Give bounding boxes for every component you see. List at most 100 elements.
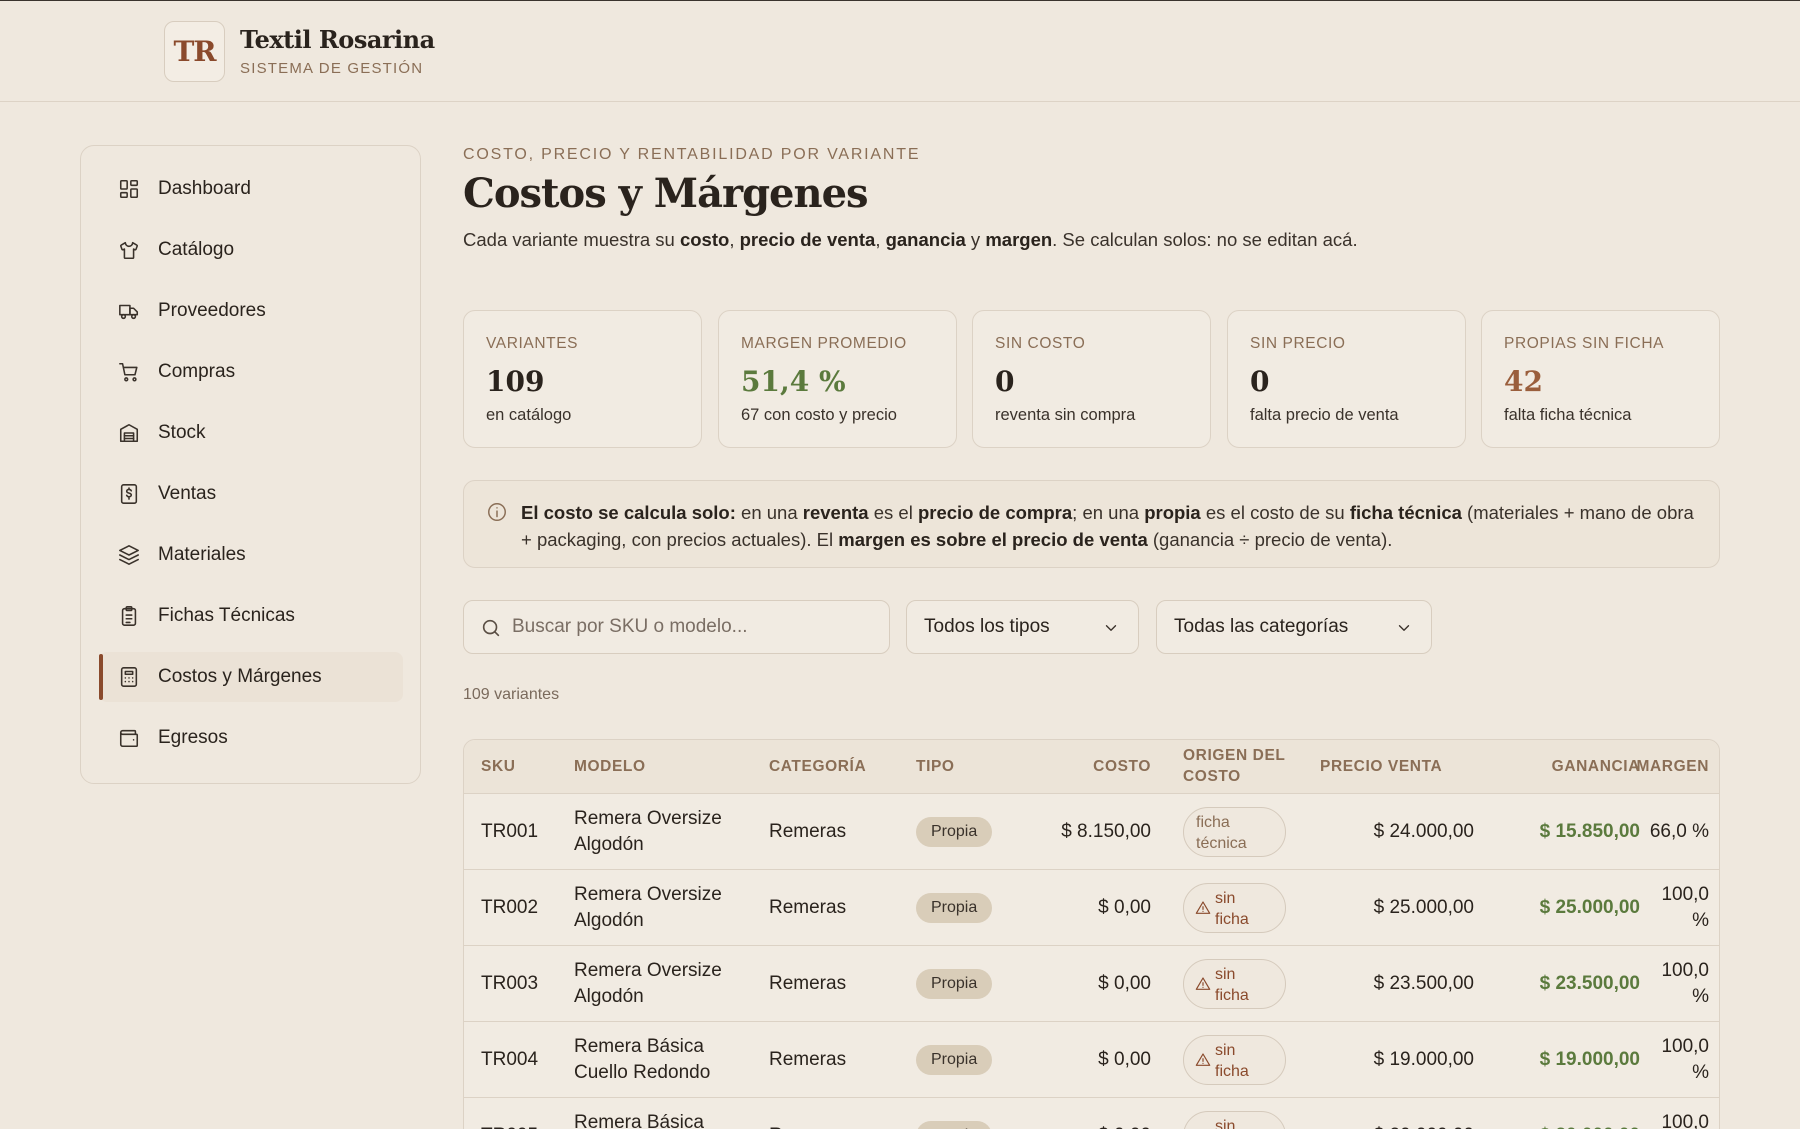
search-box[interactable] [463, 600, 890, 654]
brand-subtitle: SISTEMA DE GESTIÓN [240, 60, 424, 77]
desc-bold: precio de venta [739, 229, 876, 250]
stat-subtext: falta precio de venta [1250, 406, 1399, 424]
cell-categoria: Remeras [769, 1123, 846, 1129]
stat-value: 51,4 % [741, 365, 846, 398]
chevron-down-icon [1102, 619, 1120, 637]
stat-label: VARIANTES [486, 335, 579, 352]
col-header-ganancia[interactable]: GANANCIA [1507, 756, 1640, 777]
cost-origin-line1: sin [1215, 1042, 1236, 1059]
cell-categoria: Remeras [769, 821, 847, 842]
cell-precio-venta: $ 24.000,00 [1373, 821, 1474, 842]
cell-modelo-line2: Algodón [574, 986, 644, 1007]
desc-text: . Se calculan solos: no se editan acá. [1052, 229, 1358, 250]
info-text: El costo se calcula solo: en una reventa… [521, 499, 1701, 553]
col-header-margen[interactable]: MARGEN [1624, 756, 1709, 777]
col-header-costo[interactable]: COSTO [1051, 756, 1151, 777]
cell-margen-line1: 100,0 [1661, 960, 1709, 981]
col-header-sku[interactable]: SKU [481, 756, 516, 777]
cell-margen-line1: 100,0 [1661, 884, 1709, 905]
type-badge: Propia [916, 817, 993, 847]
sidebar-item-catalogo[interactable]: Catálogo [99, 225, 403, 275]
cell-modelo-line1: Remera Básica [574, 1036, 704, 1057]
info-span: es el [868, 502, 918, 523]
sidebar-item-stock[interactable]: Stock [99, 408, 403, 458]
col-header-tipo[interactable]: TIPO [916, 756, 955, 777]
col-header-origen[interactable]: ORIGEN DEL COSTO [1183, 745, 1285, 787]
sidebar-item-dashboard[interactable]: Dashboard [99, 164, 403, 214]
cell-precio-venta: $ 23.500,00 [1373, 973, 1474, 994]
cell-ganancia: $ 19.000,00 [1539, 1049, 1640, 1070]
desc-bold: margen [985, 229, 1053, 250]
sidebar-item-compras[interactable]: Compras [99, 347, 403, 397]
desc-bold: ganancia [885, 229, 966, 250]
category-select-value: Todas las categorías [1174, 616, 1349, 637]
category-select[interactable]: Todas las categorías [1156, 600, 1432, 654]
cell-modelo-line2: Algodón [574, 834, 644, 855]
type-select[interactable]: Todos los tipos [906, 600, 1139, 654]
sidebar-item-materiales[interactable]: Materiales [99, 530, 403, 580]
desc-text: Cada variante muestra su [463, 229, 680, 250]
sidebar-item-egresos[interactable]: Egresos [99, 713, 403, 763]
cost-origin-text: sin ficha [1215, 1040, 1249, 1082]
search-input[interactable] [512, 609, 872, 645]
cell-modelo: Remera Básica Cuello Redondo [574, 1034, 710, 1086]
stat-subtext: 67 con costo y precio [741, 406, 897, 424]
cell-margen: 100,0% [1624, 1110, 1709, 1129]
wallet-icon [117, 726, 141, 750]
cell-modelo-line2: Cuello Redondo [574, 1062, 711, 1083]
cell-costo: $ 8.150,00 [1061, 821, 1151, 842]
stat-value: 0 [1250, 365, 1270, 398]
info-bold: margen es sobre el precio de venta [838, 529, 1148, 550]
clipboard-icon [117, 604, 141, 628]
sidebar-item-label: Egresos [158, 727, 228, 748]
cell-costo: $ 0,00 [1098, 897, 1151, 918]
sidebar-item-ventas[interactable]: Ventas [99, 469, 403, 519]
type-badge: Propia [916, 1045, 993, 1075]
brand-logo[interactable]: TR [164, 21, 225, 82]
sidebar-item-fichas-tecnicas[interactable]: Fichas Técnicas [99, 591, 403, 641]
sidebar-item-proveedores[interactable]: Proveedores [99, 286, 403, 336]
cell-costo: $ 0,00 [1098, 973, 1151, 994]
info-bold: El costo se calcula solo: [521, 502, 736, 523]
table-row[interactable]: TR005 Remera BásicaCuello Redondo Remeras P… [464, 1098, 1719, 1129]
cell-margen-line2: % [1692, 910, 1709, 931]
info-bold: ficha técnica [1349, 502, 1462, 523]
search-icon [480, 617, 502, 639]
receipt-dollar-icon [117, 482, 141, 506]
cell-modelo: Remera BásicaCuello Redondo [574, 1110, 710, 1129]
col-header-precio-venta[interactable]: PRECIO VENTA [1320, 756, 1442, 777]
sidebar-item-label: Fichas Técnicas [158, 605, 295, 626]
stat-subtext: reventa sin compra [995, 406, 1136, 424]
cost-origin-line1: sin [1215, 890, 1236, 907]
cell-sku: TR001 [481, 821, 539, 842]
stat-card-propias-sin-ficha: PROPIAS SIN FICHA 42 falta ficha técnica [1481, 310, 1720, 448]
cell-modelo-line1: Remera Básica [574, 1112, 704, 1129]
col-header-origen-line2: COSTO [1183, 768, 1241, 785]
cell-sku: TR005 [481, 1123, 538, 1129]
col-header-modelo[interactable]: MODELO [574, 756, 646, 777]
table-row[interactable]: TR004 Remera Básica Cuello Redondo Remeras P… [464, 1022, 1719, 1098]
cost-origin-line1: sin [1215, 966, 1236, 983]
cell-modelo-line1: Remera Oversize [574, 960, 722, 981]
col-header-origen-line1: ORIGEN DEL [1183, 747, 1286, 764]
table-row[interactable]: TR002 Remera Oversize Algodón Remeras Propia… [464, 870, 1719, 946]
stat-value: 109 [486, 365, 545, 398]
cost-origin-line1: sin [1215, 1118, 1236, 1129]
app-header: TR Textil Rosarina SISTEMA DE GESTIÓN [0, 1, 1800, 102]
cell-ganancia: $ 15.850,00 [1539, 821, 1640, 842]
sidebar: Dashboard Catálogo Proveedores Compras S… [80, 145, 421, 784]
shirt-icon [117, 238, 141, 262]
cell-modelo-line1: Remera Oversize [574, 808, 722, 829]
info-bold: reventa [802, 502, 869, 523]
stat-label: MARGEN PROMEDIO [741, 335, 907, 352]
cell-margen-line2: % [1692, 986, 1709, 1007]
info-span: en una [735, 502, 803, 523]
cell-costo: $ 0,00 [1098, 1049, 1151, 1070]
info-callout: El costo se calcula solo: en una reventa… [463, 480, 1720, 568]
col-header-categoria[interactable]: CATEGORÍA [769, 756, 866, 777]
table-row[interactable]: TR001 Remera Oversize Algodón Remeras Propia… [464, 794, 1719, 870]
page-title: Costos y Márgenes [463, 170, 869, 217]
sidebar-item-costos-margenes[interactable]: Costos y Márgenes [99, 652, 403, 702]
table-row[interactable]: TR003 Remera Oversize Algodón Remeras Propia… [464, 946, 1719, 1022]
warning-icon [1195, 900, 1211, 916]
